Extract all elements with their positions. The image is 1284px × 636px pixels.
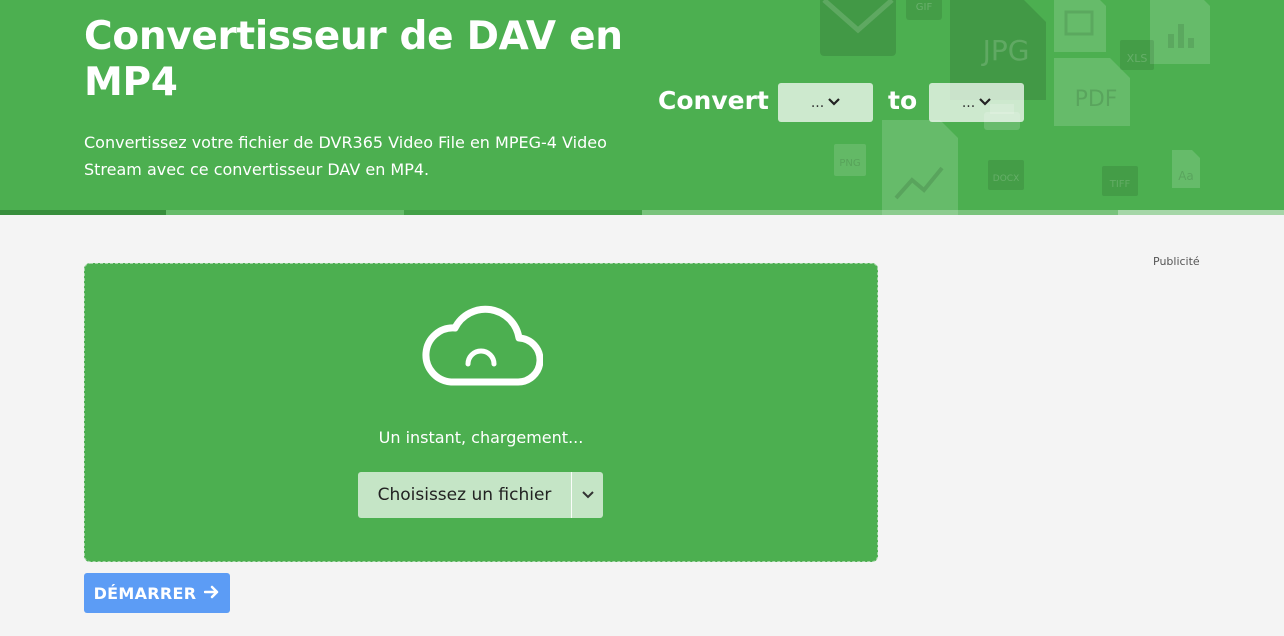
- svg-text:PDF: PDF: [1075, 87, 1118, 112]
- start-button-label: DÉMARRER: [93, 583, 197, 603]
- source-format-select[interactable]: ...: [778, 83, 873, 122]
- svg-text:JPG: JPG: [981, 34, 1030, 67]
- image-file-icon: [1054, 0, 1106, 52]
- chevron-down-icon: [581, 491, 594, 499]
- svg-text:DOCX: DOCX: [993, 174, 1019, 184]
- tiff-file-icon: TIFF: [1102, 166, 1138, 196]
- progress-segment: [0, 210, 166, 215]
- svg-text:GIF: GIF: [916, 2, 933, 13]
- source-format-value: ...: [810, 94, 825, 111]
- svg-text:TIFF: TIFF: [1109, 179, 1131, 190]
- ad-label: Publicité: [1153, 255, 1200, 268]
- convert-label: Convert: [658, 86, 769, 115]
- cloud-loading-icon: [422, 305, 543, 386]
- target-format-value: ...: [961, 94, 976, 111]
- progress-segment: [404, 210, 642, 215]
- font-file-icon: Aa: [1172, 150, 1200, 188]
- png-file-icon: PNG: [834, 144, 866, 176]
- file-source-dropdown[interactable]: [572, 472, 603, 518]
- loading-text: Un instant, chargement...: [378, 428, 584, 447]
- choose-file-button-group: Choisissez un fichier: [358, 472, 603, 518]
- svg-text:PNG: PNG: [839, 158, 860, 169]
- hero-banner: GIF JPG XLS PDF PNG DOCX TIFF Aa Convert…: [0, 0, 1284, 215]
- mail-icon: [820, 0, 896, 56]
- header-progress-bar: [0, 210, 1284, 215]
- chevron-down-icon: [979, 95, 991, 110]
- page-description: Convertissez votre fichier de DVR365 Vid…: [84, 133, 607, 179]
- page-title: Convertisseur de DAV en MP4: [84, 14, 623, 105]
- chart-file-icon: [1150, 0, 1210, 64]
- to-label: to: [888, 86, 918, 115]
- start-button[interactable]: DÉMARRER: [84, 573, 230, 613]
- trend-chart-file-icon: [882, 120, 958, 215]
- arrow-right-icon: [204, 583, 220, 604]
- choose-file-button[interactable]: Choisissez un fichier: [358, 472, 572, 518]
- svg-text:Aa: Aa: [1178, 169, 1194, 183]
- chevron-down-icon: [828, 95, 840, 110]
- gif-file-icon: GIF: [906, 0, 942, 20]
- target-format-select[interactable]: ...: [929, 83, 1024, 122]
- upload-dropzone[interactable]: Un instant, chargement... Choisissez un …: [84, 263, 878, 562]
- docx-file-icon: DOCX: [988, 160, 1024, 190]
- pdf-file-icon: PDF: [1054, 58, 1130, 126]
- progress-segment: [1118, 210, 1284, 215]
- progress-segment: [166, 210, 404, 215]
